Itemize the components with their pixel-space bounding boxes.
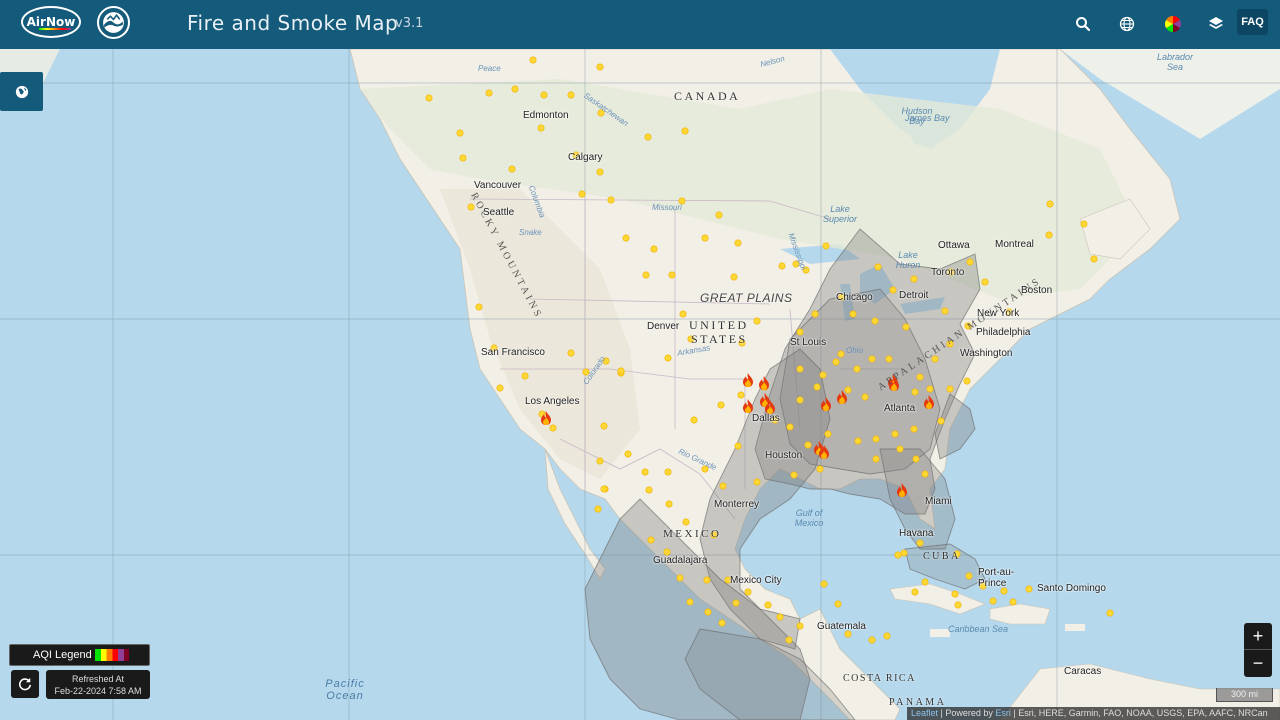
river-ohio: Ohio bbox=[846, 346, 863, 355]
aqi-color-strip bbox=[94, 649, 129, 661]
globe-icon bbox=[15, 85, 28, 98]
water-lake-huron: Lake Huron bbox=[895, 250, 921, 270]
fire-icon[interactable] bbox=[742, 373, 754, 387]
fire-smoke-map-app: AirNow Fire and Smoke Map v3.1 FAQ CANAD… bbox=[0, 0, 1280, 720]
city-los-angeles: Los Angeles bbox=[525, 396, 580, 407]
aqi-legend-label: AQI Legend bbox=[33, 649, 92, 661]
city-guatemala: Guatemala bbox=[817, 621, 866, 632]
fire-icon[interactable] bbox=[764, 400, 776, 414]
refreshed-at-time: Feb-22-2024 7:58 AM bbox=[54, 686, 142, 696]
city-mexico-city: Mexico City bbox=[730, 575, 782, 586]
label-mexico: MEXICO bbox=[663, 528, 722, 540]
city-houston: Houston bbox=[765, 450, 803, 461]
attribution-sources: | Esri, HERE, Garmin, FAO, NOAA, USGS, E… bbox=[1010, 708, 1268, 718]
refresh-icon bbox=[19, 677, 32, 691]
label-costa-rica: COSTA RICA bbox=[843, 673, 916, 684]
fire-icon[interactable] bbox=[896, 483, 908, 497]
water-pacific-ocean: Pacific Ocean bbox=[325, 678, 365, 702]
language-button[interactable] bbox=[1112, 9, 1142, 39]
label-cuba: CUBA bbox=[923, 551, 961, 562]
water-james-bay: James Bay bbox=[905, 113, 950, 123]
fire-icon[interactable] bbox=[540, 411, 552, 425]
fire-icon[interactable] bbox=[836, 390, 848, 404]
city-dallas: Dallas bbox=[752, 413, 780, 424]
aqi-color-button[interactable] bbox=[1158, 9, 1188, 39]
search-icon bbox=[1076, 17, 1091, 32]
fire-icon[interactable] bbox=[758, 376, 770, 390]
city-miami: Miami bbox=[925, 496, 952, 507]
label-great-plains: GREAT PLAINS bbox=[700, 291, 793, 305]
city-monterrey: Monterrey bbox=[714, 499, 760, 510]
app-version: v3.1 bbox=[395, 16, 424, 31]
water-caribbean-sea: Caribbean Sea bbox=[948, 624, 1009, 634]
city-edmonton: Edmonton bbox=[523, 110, 569, 121]
city-santo-domingo: Santo Domingo bbox=[1037, 583, 1106, 594]
basemap-toggle-button[interactable] bbox=[0, 72, 43, 111]
attribution-sep: | Powered by bbox=[938, 708, 996, 718]
city-havana: Havana bbox=[899, 528, 934, 539]
city-montreal: Montreal bbox=[995, 239, 1034, 250]
map-canvas[interactable]: CANADA UNITED STATES MEXICO CUBA COSTA R… bbox=[0, 49, 1280, 720]
zoom-out-button[interactable]: − bbox=[1244, 650, 1272, 677]
city-san-francisco: San Francisco bbox=[481, 347, 545, 358]
river-snake: Snake bbox=[519, 228, 542, 237]
city-port-au-prince: Port-au-Prince bbox=[978, 567, 1015, 589]
color-wheel-icon bbox=[1165, 16, 1181, 32]
faq-button[interactable]: FAQ bbox=[1237, 9, 1268, 35]
city-vancouver: Vancouver bbox=[474, 180, 522, 191]
basemap-svg bbox=[0, 49, 1280, 720]
fire-icon[interactable] bbox=[923, 395, 935, 409]
fire-icon[interactable] bbox=[820, 397, 832, 411]
river-peace: Peace bbox=[478, 64, 501, 73]
app-header: AirNow Fire and Smoke Map v3.1 FAQ bbox=[0, 0, 1280, 49]
esri-link[interactable]: Esri bbox=[995, 708, 1011, 718]
layers-icon bbox=[1209, 17, 1223, 29]
city-washington: Washington bbox=[960, 348, 1013, 359]
layers-button[interactable] bbox=[1201, 9, 1231, 39]
water-lake-superior: Lake Superior bbox=[822, 204, 858, 224]
airnow-logo[interactable]: AirNow bbox=[21, 6, 81, 38]
city-denver: Denver bbox=[647, 321, 680, 332]
city-caracas: Caracas bbox=[1064, 666, 1102, 677]
page-title: Fire and Smoke Map bbox=[187, 11, 399, 35]
search-button[interactable] bbox=[1068, 9, 1098, 39]
zoom-in-button[interactable]: + bbox=[1244, 623, 1272, 650]
city-boston: Boston bbox=[1021, 285, 1053, 296]
city-toronto: Toronto bbox=[931, 267, 965, 278]
water-gulf-of-mexico: Gulf of Mexico bbox=[794, 508, 824, 528]
epa-logo[interactable] bbox=[97, 6, 130, 39]
fire-icon[interactable] bbox=[742, 399, 754, 413]
refresh-button[interactable] bbox=[11, 670, 39, 698]
city-new-york: New York bbox=[977, 308, 1020, 319]
city-chicago: Chicago bbox=[836, 292, 873, 303]
city-philadelphia: Philadelphia bbox=[976, 327, 1031, 338]
city-calgary: Calgary bbox=[568, 152, 603, 163]
city-seattle: Seattle bbox=[483, 207, 515, 218]
zoom-control: + − bbox=[1244, 623, 1272, 677]
water-labrador-sea: Labrador Sea bbox=[1156, 52, 1194, 72]
globe-icon bbox=[1119, 16, 1135, 32]
label-united: UNITED bbox=[689, 318, 749, 332]
airnow-logo-text: AirNow bbox=[26, 15, 76, 29]
airnow-logo-bar bbox=[39, 28, 71, 30]
aqi-legend-button[interactable]: AQI Legend bbox=[9, 644, 150, 666]
fire-icon[interactable] bbox=[818, 445, 830, 459]
refreshed-at-label: Refreshed At bbox=[71, 674, 125, 684]
city-ottawa: Ottawa bbox=[938, 240, 970, 251]
city-detroit: Detroit bbox=[899, 290, 929, 301]
city-st-louis: St Louis bbox=[790, 337, 827, 348]
city-atlanta: Atlanta bbox=[884, 403, 916, 414]
refreshed-at-box: Refreshed At Feb-22-2024 7:58 AM bbox=[46, 670, 150, 699]
river-missouri: Missouri bbox=[652, 203, 682, 212]
city-guadalajara: Guadalajara bbox=[653, 555, 708, 566]
map-attribution: Leaflet | Powered by Esri | Esri, HERE, … bbox=[907, 707, 1280, 720]
epa-logo-icon bbox=[103, 12, 124, 33]
label-canada: CANADA bbox=[674, 89, 741, 103]
scale-bar: 300 mi bbox=[1216, 688, 1273, 702]
leaflet-link[interactable]: Leaflet bbox=[911, 708, 938, 718]
